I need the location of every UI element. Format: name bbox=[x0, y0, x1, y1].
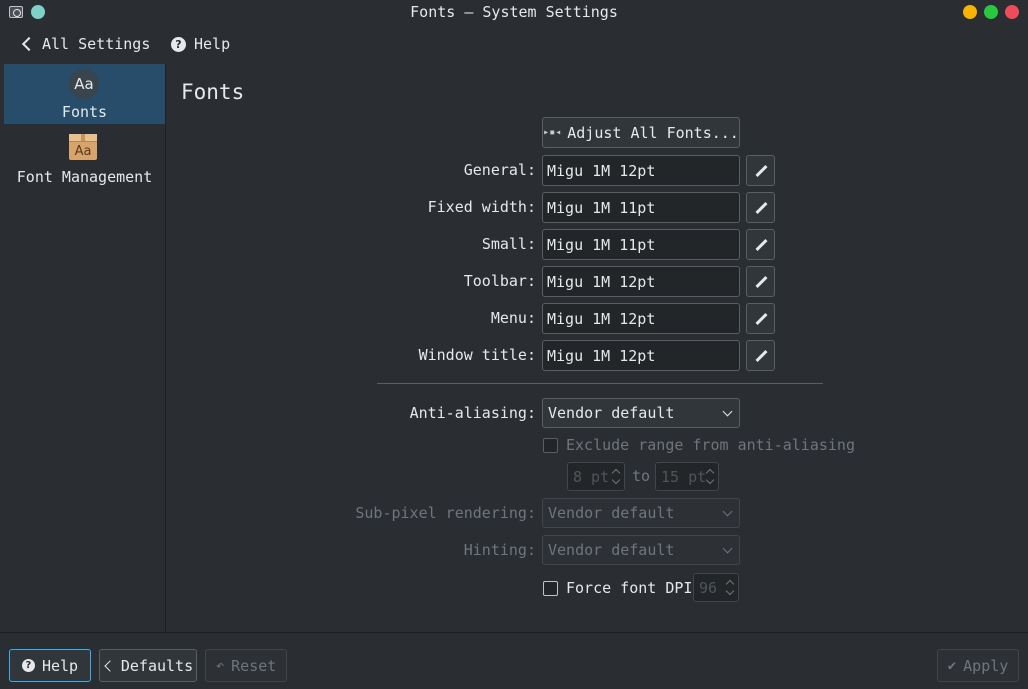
small-font-label: Small: bbox=[481, 235, 536, 253]
exclude-from-value: 8 pt bbox=[573, 467, 610, 486]
small-font-field[interactable]: Migu 1M 11pt bbox=[542, 229, 740, 260]
exclude-range-checkbox[interactable] bbox=[543, 437, 558, 453]
force-dpi-spinbox[interactable]: 96 bbox=[693, 573, 739, 602]
page-title: Fonts bbox=[181, 80, 245, 104]
window-title-font-field[interactable]: Migu 1M 12pt bbox=[542, 340, 740, 371]
help-button[interactable]: ? Help bbox=[9, 649, 91, 682]
force-dpi-checkbox[interactable] bbox=[543, 580, 558, 596]
chevron-down-icon bbox=[722, 543, 733, 554]
subpixel-label: Sub-pixel rendering: bbox=[355, 504, 536, 522]
sidebar-item-label: Fonts bbox=[61, 103, 108, 121]
pencil-icon bbox=[755, 165, 767, 177]
sidebar: Aa Fonts Aa Font Management bbox=[4, 64, 166, 632]
menu-font-field[interactable]: Migu 1M 12pt bbox=[542, 303, 740, 334]
spin-arrows-icon[interactable] bbox=[705, 467, 715, 487]
hinting-label: Hinting: bbox=[463, 541, 536, 559]
minimize-icon[interactable] bbox=[963, 5, 977, 19]
small-font-edit-button[interactable] bbox=[746, 229, 775, 260]
general-font-edit-button[interactable] bbox=[746, 155, 775, 186]
force-dpi-checkbox-row[interactable]: Force font DPI: bbox=[543, 579, 701, 597]
pencil-icon bbox=[755, 350, 767, 362]
general-font-label: General: bbox=[463, 161, 536, 179]
chevron-down-icon bbox=[722, 506, 733, 517]
window-title-font-edit-button[interactable] bbox=[746, 340, 775, 371]
exclude-to-value: 15 pt bbox=[661, 467, 707, 486]
help-icon: ? bbox=[21, 659, 35, 672]
exclude-range-from-spinbox[interactable]: 8 pt bbox=[567, 462, 625, 491]
toolbar-font-field[interactable]: Migu 1M 12pt bbox=[542, 266, 740, 297]
apply-button-label: Apply bbox=[963, 656, 1009, 675]
window-title: Fonts — System Settings bbox=[410, 3, 618, 21]
fixed-width-font-edit-button[interactable] bbox=[746, 192, 775, 223]
toolbar: All Settings ? Help bbox=[0, 24, 1028, 62]
maximize-icon[interactable] bbox=[984, 5, 998, 19]
help-icon: ? bbox=[171, 36, 186, 52]
range-to-label: to bbox=[632, 467, 651, 485]
subpixel-select[interactable]: Vendor default bbox=[542, 498, 740, 528]
pencil-icon bbox=[755, 239, 767, 251]
defaults-button-label: Defaults bbox=[120, 656, 194, 675]
subpixel-value: Vendor default bbox=[548, 504, 675, 522]
pencil-icon bbox=[755, 276, 767, 288]
antialiasing-value: Vendor default bbox=[548, 404, 675, 422]
force-dpi-value: 96 bbox=[699, 578, 718, 597]
fixed-width-font-field[interactable]: Migu 1M 11pt bbox=[542, 192, 740, 223]
general-font-field[interactable]: Migu 1M 12pt bbox=[542, 155, 740, 186]
sidebar-item-fonts[interactable]: Aa Fonts bbox=[4, 64, 165, 124]
antialiasing-label: Anti-aliasing: bbox=[409, 404, 536, 422]
toolbar-help-label: Help bbox=[194, 35, 231, 53]
check-icon: ✔ bbox=[947, 657, 957, 674]
toolbar-font-label: Toolbar: bbox=[463, 272, 536, 290]
font-package-icon-text: Aa bbox=[74, 144, 92, 159]
chevron-down-icon bbox=[722, 406, 733, 417]
toolbar-help-button[interactable]: ? Help bbox=[171, 33, 230, 55]
spin-arrows-icon[interactable] bbox=[611, 467, 621, 487]
spin-arrows-icon[interactable] bbox=[725, 578, 735, 598]
sidebar-item-font-management[interactable]: Aa Font Management bbox=[4, 129, 165, 189]
toolbar-font-edit-button[interactable] bbox=[746, 266, 775, 297]
fonts-icon: Aa bbox=[69, 69, 99, 99]
chevron-left-icon bbox=[104, 659, 116, 672]
reset-button[interactable]: ↶ Reset bbox=[205, 649, 287, 682]
exclude-range-to-spinbox[interactable]: 15 pt bbox=[655, 462, 719, 491]
sidebar-item-label: Font Management bbox=[16, 168, 153, 186]
antialiasing-select[interactable]: Vendor default bbox=[542, 398, 740, 428]
reset-button-label: Reset bbox=[231, 656, 277, 675]
exclude-range-checkbox-row[interactable]: Exclude range from anti-aliasing bbox=[543, 436, 855, 454]
all-settings-button[interactable]: All Settings bbox=[20, 33, 150, 55]
undo-icon: ↶ bbox=[215, 657, 225, 674]
adjust-all-fonts-label: Adjust All Fonts... bbox=[567, 123, 739, 142]
fixed-width-font-label: Fixed width: bbox=[427, 198, 536, 216]
exclude-range-label: Exclude range from anti-aliasing bbox=[566, 436, 855, 454]
all-settings-label: All Settings bbox=[42, 35, 151, 53]
apply-button[interactable]: ✔ Apply bbox=[937, 649, 1019, 682]
pencil-icon bbox=[755, 202, 767, 214]
defaults-button[interactable]: Defaults bbox=[99, 649, 197, 682]
hinting-value: Vendor default bbox=[548, 541, 675, 559]
font-package-icon: Aa bbox=[69, 134, 97, 160]
pencil-icon bbox=[755, 313, 767, 325]
help-button-label: Help bbox=[41, 656, 79, 675]
window-titlebar: Fonts — System Settings bbox=[0, 0, 1028, 24]
hinting-select[interactable]: Vendor default bbox=[542, 535, 740, 565]
chevron-left-icon bbox=[21, 36, 37, 52]
close-icon[interactable] bbox=[1005, 5, 1019, 19]
window-title-font-label: Window title: bbox=[418, 346, 536, 364]
bottom-bar: ? Help Defaults ↶ Reset ✔ Apply bbox=[0, 632, 1028, 689]
menu-font-edit-button[interactable] bbox=[746, 303, 775, 334]
section-divider bbox=[377, 383, 823, 384]
menu-font-label: Menu: bbox=[490, 309, 536, 327]
force-dpi-label: Force font DPI: bbox=[566, 579, 702, 597]
adjust-icon: ▸▪◂ bbox=[543, 127, 562, 138]
adjust-all-fonts-button[interactable]: ▸▪◂ Adjust All Fonts... bbox=[542, 117, 740, 148]
